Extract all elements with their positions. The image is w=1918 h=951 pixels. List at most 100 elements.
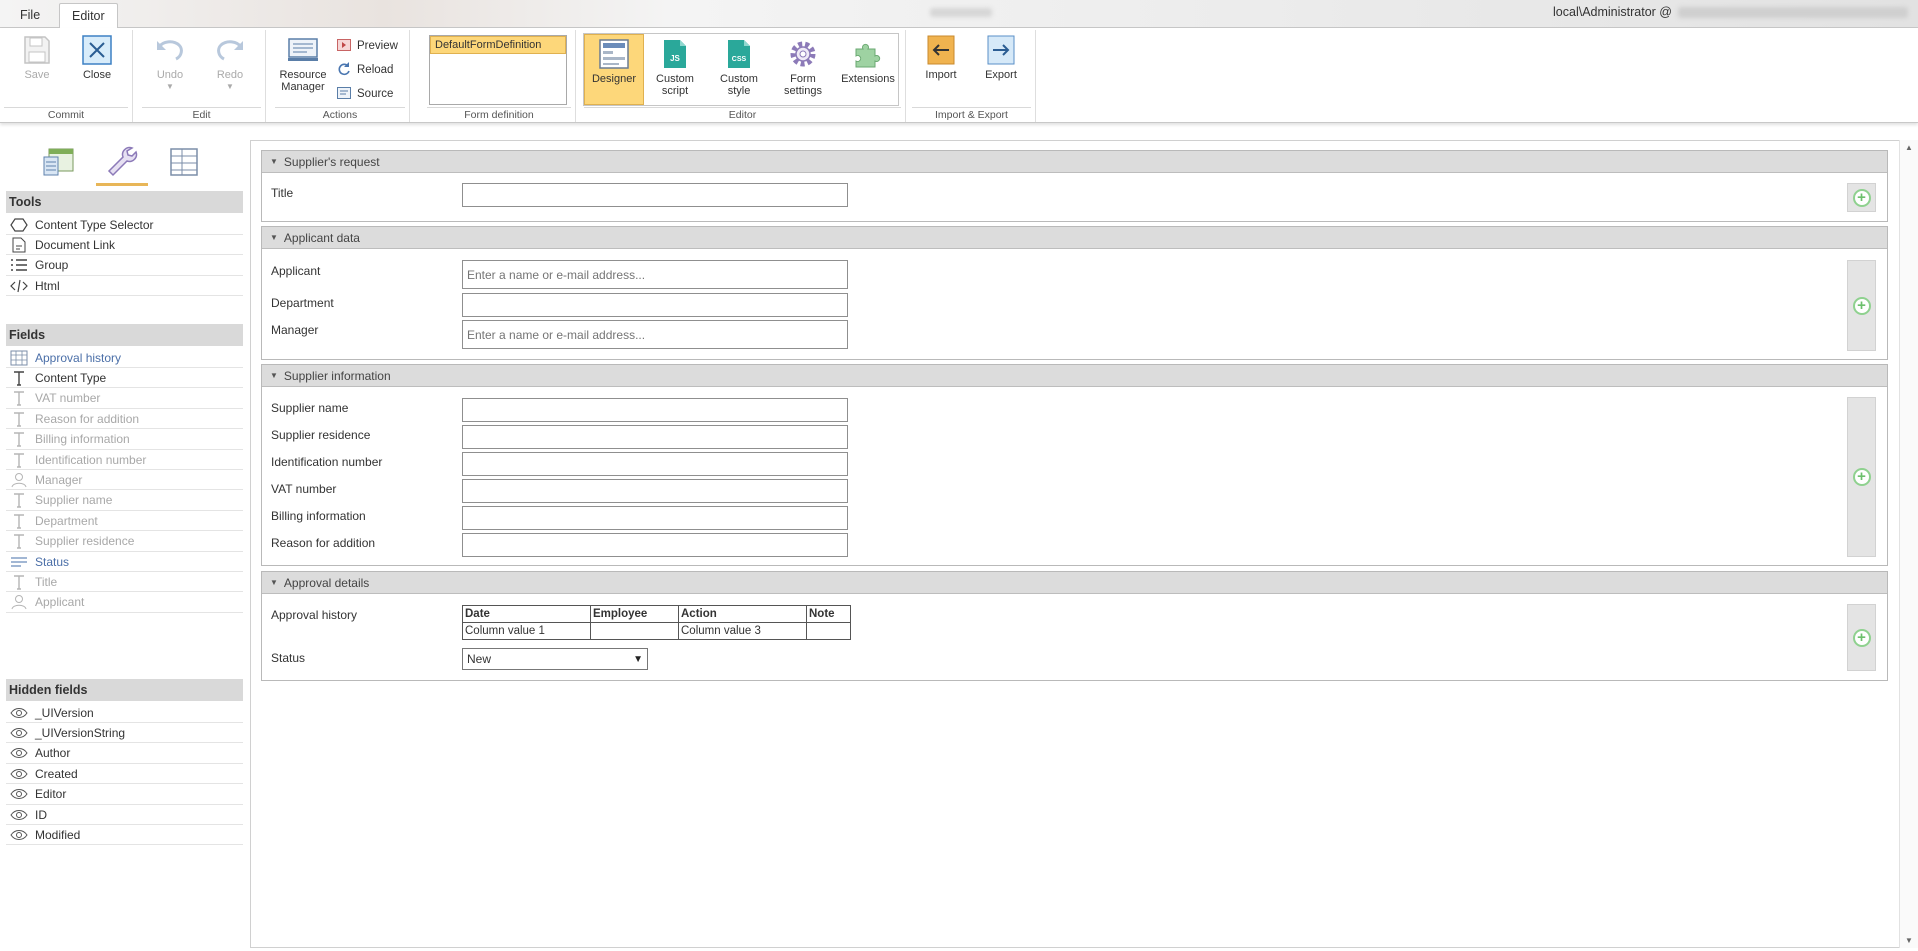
group-label-import-export: Import & Export [912, 107, 1031, 122]
fields-item-title[interactable]: Title [6, 572, 243, 593]
add-field-zone-s2[interactable]: + [1847, 260, 1876, 351]
undo-button[interactable]: Undo ▼ [150, 34, 190, 93]
department-input[interactable] [462, 293, 848, 317]
redo-button[interactable]: Redo ▼ [210, 34, 250, 93]
fields-item-status[interactable]: Status [6, 552, 243, 572]
tools-item-content-type-selector[interactable]: Content Type Selector [6, 215, 243, 235]
hidden-item-editor[interactable]: Editor [6, 785, 243, 805]
item-label: Identification number [35, 452, 147, 467]
text-icon [9, 410, 29, 428]
hidden-item-uiversion[interactable]: _UIVersion [6, 703, 243, 723]
fields-item-billing-information[interactable]: Billing information [6, 430, 243, 450]
collapse-triangle-icon: ▼ [270, 371, 278, 380]
import-button[interactable]: Import [918, 34, 964, 81]
tab-data-sources[interactable] [40, 143, 80, 183]
fields-item-reason-for-addition[interactable]: Reason for addition [6, 409, 243, 430]
add-field-zone-s3[interactable]: + [1847, 397, 1876, 557]
designer-button[interactable]: Designer [589, 38, 639, 85]
group-label-form-definition: Form definition [427, 107, 571, 122]
approval-history-table[interactable]: Date Employee Action Note Column value 1… [462, 605, 851, 640]
status-select[interactable]: New ▼ [462, 648, 648, 670]
supplier-name-input[interactable] [462, 398, 848, 422]
export-button[interactable]: Export [978, 34, 1024, 81]
custom-style-button[interactable]: CSS Custom style [714, 38, 764, 97]
menu-file[interactable]: File [8, 3, 52, 28]
item-label: Title [35, 574, 58, 589]
label-billing-information: Billing information [271, 509, 366, 523]
hidden-item-modified[interactable]: Modified [6, 825, 243, 846]
item-label: Approval history [35, 350, 122, 365]
reason-for-addition-input[interactable] [462, 533, 848, 557]
svg-text:JS: JS [670, 54, 680, 63]
form-settings-button[interactable]: Form settings [778, 38, 828, 97]
fields-item-identification-number[interactable]: Identification number [6, 450, 243, 470]
fields-item-supplier-residence[interactable]: Supplier residence [6, 532, 243, 552]
group-label-editor: Editor [584, 107, 901, 122]
fields-item-approval-history[interactable]: Approval history [6, 348, 243, 368]
text-icon [9, 512, 29, 530]
tab-tools[interactable] [96, 143, 148, 186]
save-button[interactable]: Save [18, 34, 56, 81]
fields-item-supplier-name[interactable]: Supplier name [6, 491, 243, 511]
section-header-suppliers-request[interactable]: ▼ Supplier's request [262, 151, 1887, 173]
fields-item-vat-number[interactable]: VAT number [6, 389, 243, 409]
resource-manager-button[interactable]: Resource Manager [279, 34, 327, 93]
form-definition-item-default[interactable]: DefaultFormDefinition [430, 36, 566, 54]
group-commit: Save Close Commit [0, 30, 133, 122]
preview-button[interactable]: Preview [337, 36, 398, 56]
tools-item-html[interactable]: Html [6, 276, 243, 297]
section-header-supplier-information[interactable]: ▼ Supplier information [262, 365, 1887, 387]
group-editor: Designer JS Custom script CSS Custom sty… [580, 30, 906, 122]
hidden-item-created[interactable]: Created [6, 764, 243, 785]
label-department: Department [271, 296, 334, 310]
hidden-item-id[interactable]: ID [6, 805, 243, 825]
manager-input[interactable] [462, 320, 848, 349]
tab-layout[interactable] [164, 143, 204, 183]
vertical-scrollbar[interactable]: ▲ ▼ [1899, 140, 1918, 948]
extensions-button[interactable]: Extensions [838, 38, 898, 85]
section-header-applicant-data[interactable]: ▼ Applicant data [262, 227, 1887, 249]
hexagon-icon [9, 216, 29, 234]
hidden-item-uiversionstring[interactable]: _UIVersionString [6, 723, 243, 744]
scroll-down-icon[interactable]: ▼ [1905, 936, 1913, 945]
fields-item-content-type[interactable]: Content Type [6, 368, 243, 389]
tools-item-group[interactable]: Group [6, 256, 243, 276]
eye-icon [9, 806, 29, 824]
billing-information-input[interactable] [462, 506, 848, 530]
data-source-icon [43, 147, 77, 180]
title-input[interactable] [462, 183, 848, 207]
fields-item-manager[interactable]: Manager [6, 470, 243, 491]
group-form-definition: DefaultFormDefinition Form definition [423, 30, 576, 122]
column-header-employee: Employee [590, 605, 679, 623]
column-header-note: Note [806, 605, 851, 623]
user-info: local\Administrator @ [1553, 5, 1908, 19]
add-field-zone-s1[interactable]: + [1847, 183, 1876, 212]
text-icon [9, 532, 29, 550]
close-button[interactable]: Close [78, 34, 116, 81]
identification-number-input[interactable] [462, 452, 848, 476]
form-definition-list[interactable]: DefaultFormDefinition [429, 35, 567, 105]
source-button[interactable]: Source [337, 84, 393, 104]
applicant-input[interactable] [462, 260, 848, 289]
chevron-down-icon: ▼ [166, 82, 174, 91]
add-field-zone-s4[interactable]: + [1847, 604, 1876, 671]
custom-script-button[interactable]: JS Custom script [650, 38, 700, 97]
section-header-approval-details[interactable]: ▼ Approval details [262, 572, 1887, 594]
item-label: Modified [35, 827, 81, 842]
text-icon [9, 491, 29, 509]
reload-button[interactable]: Reload [337, 60, 393, 80]
label-applicant: Applicant [271, 264, 321, 278]
vat-number-input[interactable] [462, 479, 848, 503]
label-identification-number: Identification number [271, 455, 383, 469]
fields-header: Fields [6, 324, 243, 346]
scroll-up-icon[interactable]: ▲ [1905, 143, 1913, 152]
user-icon [9, 471, 29, 489]
tools-item-document-link[interactable]: Document Link [6, 235, 243, 256]
menu-editor[interactable]: Editor [59, 3, 118, 29]
text-icon [9, 389, 29, 407]
hidden-item-author[interactable]: Author [6, 744, 243, 764]
fields-item-applicant[interactable]: Applicant [6, 593, 243, 613]
user-label: local\Administrator @ [1553, 5, 1672, 19]
fields-item-department[interactable]: Department [6, 511, 243, 532]
supplier-residence-input[interactable] [462, 425, 848, 449]
